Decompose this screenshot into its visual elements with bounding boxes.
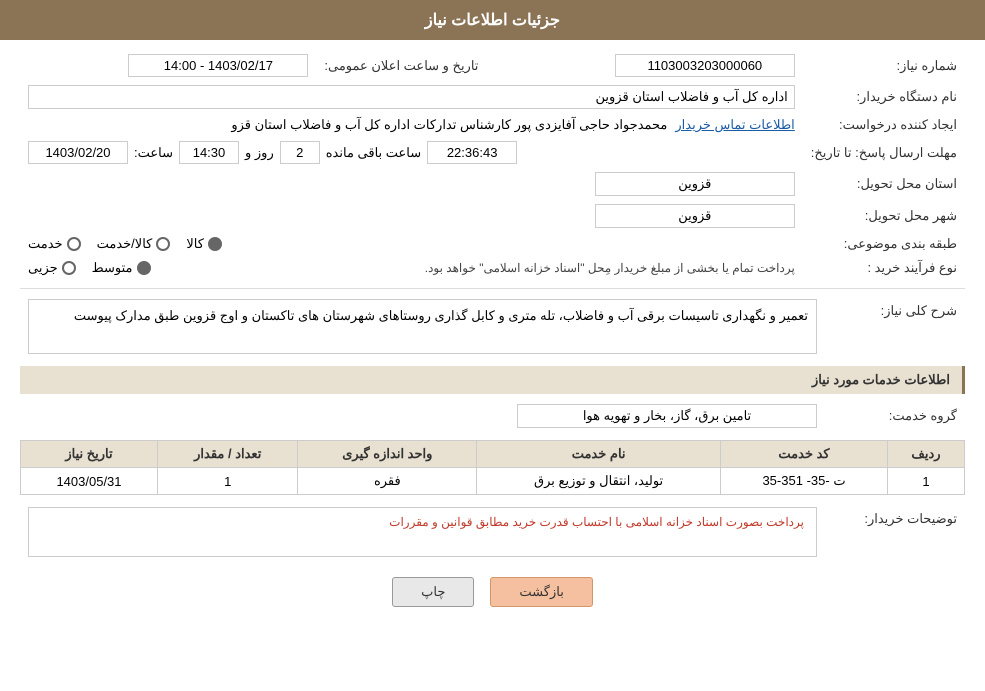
- cell-count: 1: [157, 468, 297, 495]
- buyer-desc-box: پرداخت بصورت اسناد خزانه اسلامی با احتسا…: [28, 507, 817, 557]
- service-group-label: گروه خدمت:: [825, 400, 965, 432]
- category-kala-radio-icon: [208, 237, 222, 251]
- table-row: 1 ت -35- 351-35 تولید، انتقال و توزیع بر…: [21, 468, 965, 495]
- announcement-date-label: تاریخ و ساعت اعلان عمومی:: [316, 50, 486, 81]
- col-row: ردیف: [888, 441, 965, 468]
- purchase-small-label: جزیی: [28, 260, 58, 276]
- response-time-value: 14:30: [179, 141, 239, 164]
- buyer-org-label: نام دستگاه خریدار:: [803, 81, 965, 113]
- general-desc-value: تعمیر و نگهداری تاسیسات برقی آب و فاضلاب…: [28, 299, 817, 354]
- category-label: طبقه بندی موضوعی:: [803, 232, 965, 256]
- response-remaining-value: 22:36:43: [427, 141, 517, 164]
- category-kala-label: کالا: [186, 236, 204, 252]
- purchase-medium-radio-icon: [137, 261, 151, 275]
- cell-unit: فقره: [298, 468, 477, 495]
- category-khadamat-radio-icon: [67, 237, 81, 251]
- category-kala-khadamat-label: کالا/خدمت: [97, 236, 153, 252]
- col-name: نام خدمت: [477, 441, 721, 468]
- city-label: شهر محل تحویل:: [803, 200, 965, 232]
- response-date-value: 1403/02/20: [28, 141, 128, 164]
- purchase-small-radio[interactable]: جزیی: [28, 260, 76, 276]
- service-group-value: تامین برق، گاز، بخار و تهویه هوا: [517, 404, 817, 428]
- province-value: قزوین: [595, 172, 795, 196]
- cell-code: ت -35- 351-35: [721, 468, 888, 495]
- announcement-date-value: 1403/02/17 - 14:00: [128, 54, 308, 77]
- category-kala-khadamat-radio[interactable]: کالا/خدمت: [97, 236, 171, 252]
- purchase-medium-radio[interactable]: متوسط: [92, 260, 151, 276]
- province-label: استان محل تحویل:: [803, 168, 965, 200]
- response-days-value: 2: [280, 141, 320, 164]
- col-unit: واحد اندازه گیری: [298, 441, 477, 468]
- button-row: بازگشت چاپ: [20, 577, 965, 607]
- category-kala-khadamat-radio-icon: [156, 237, 170, 251]
- col-code: کد خدمت: [721, 441, 888, 468]
- page-header: جزئیات اطلاعات نیاز: [0, 0, 985, 40]
- buyer-desc-label: توضیحات خریدار:: [825, 503, 965, 561]
- cell-row: 1: [888, 468, 965, 495]
- need-number-value: 1103003203000060: [615, 54, 795, 77]
- cell-name: تولید، انتقال و توزیع برق: [477, 468, 721, 495]
- response-days-label: روز و: [245, 145, 274, 161]
- purchase-medium-label: متوسط: [92, 260, 133, 276]
- buyer-org-value: اداره کل آب و فاضلاب استان قزوین: [28, 85, 795, 109]
- requester-label: ایجاد کننده درخواست:: [803, 113, 965, 137]
- purchase-note: پرداخت تمام یا بخشی از مبلغ خریدار مِحل …: [159, 261, 795, 275]
- back-button[interactable]: بازگشت: [490, 577, 592, 607]
- buyer-desc-value: پرداخت بصورت اسناد خزانه اسلامی با احتسا…: [385, 509, 808, 535]
- need-number-label: شماره نیاز:: [803, 50, 965, 81]
- purchase-small-radio-icon: [62, 261, 76, 275]
- category-khadamat-radio[interactable]: خدمت: [28, 236, 81, 252]
- response-deadline-label: مهلت ارسال پاسخ: تا تاریخ:: [803, 137, 965, 168]
- general-desc-label: شرح کلی نیاز:: [825, 295, 965, 358]
- response-remaining-label: ساعت باقی مانده: [326, 145, 421, 161]
- cell-date: 1403/05/31: [21, 468, 158, 495]
- services-table: ردیف کد خدمت نام خدمت واحد اندازه گیری ت…: [20, 440, 965, 495]
- city-value: قزوین: [595, 204, 795, 228]
- col-count: تعداد / مقدار: [157, 441, 297, 468]
- services-section-title: اطلاعات خدمات مورد نیاز: [20, 366, 965, 394]
- requester-name: محمدجواد حاجی آفایزدی پور کارشناس تدارکا…: [231, 117, 667, 133]
- response-time-label: ساعت:: [134, 145, 173, 161]
- col-date: تاریخ نیاز: [21, 441, 158, 468]
- print-button[interactable]: چاپ: [392, 577, 474, 607]
- page-title: جزئیات اطلاعات نیاز: [425, 12, 560, 29]
- requester-contact-link[interactable]: اطلاعات تماس خریدار: [675, 117, 794, 133]
- category-khadamat-label: خدمت: [28, 236, 63, 252]
- purchase-type-label: نوع فرآیند خرید :: [803, 256, 965, 280]
- category-kala-radio[interactable]: کالا: [186, 236, 222, 252]
